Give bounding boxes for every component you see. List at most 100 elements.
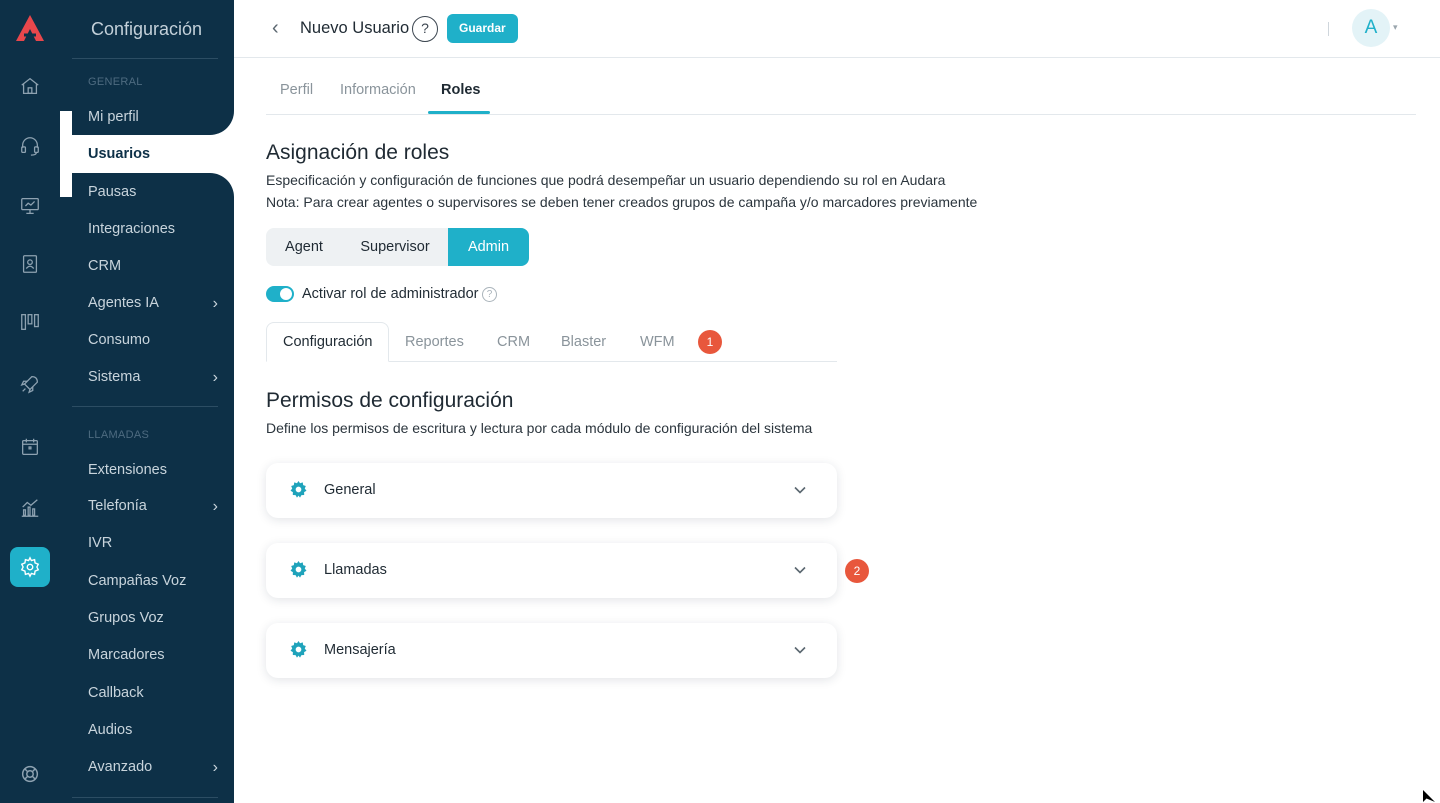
chevron-right-icon: › (212, 759, 218, 776)
help-button[interactable]: ? (412, 16, 438, 42)
menu-item-extensiones[interactable]: Extensiones (88, 462, 218, 478)
permission-tabs: Configuración Reportes CRM Blaster WFM (266, 322, 837, 362)
menu-item-usuarios[interactable]: Usuarios (88, 146, 218, 162)
subtab-reportes[interactable]: Reportes (405, 334, 464, 350)
menu-item-mi-perfil[interactable]: Mi perfil (88, 109, 218, 125)
save-button[interactable]: Guardar (447, 14, 518, 43)
gear-icon (290, 560, 307, 578)
menu-title: Configuración (91, 19, 203, 39)
settings-menu: Configuración GENERAL Mi perfil Usuarios… (60, 0, 234, 803)
avatar[interactable]: A (1352, 9, 1390, 47)
menu-item-integraciones[interactable]: Integraciones (88, 221, 218, 237)
settings-icon[interactable] (10, 547, 50, 587)
subtab-configuracion[interactable]: Configuración (283, 334, 372, 350)
chevron-down-icon[interactable] (792, 642, 808, 658)
subtab-wfm[interactable]: WFM (640, 334, 675, 350)
active-tab-indicator (428, 111, 490, 114)
accordion-mensajeria[interactable]: Mensajería (266, 623, 837, 678)
menu-item-label: Sistema (88, 369, 141, 385)
menu-item-audios[interactable]: Audios (88, 722, 218, 738)
menu-item-label: Grupos Voz (88, 610, 164, 626)
menu-item-label: Mi perfil (88, 109, 139, 125)
menu-section-general: GENERAL (88, 76, 143, 88)
headset-icon[interactable] (12, 128, 48, 164)
step-badge: 2 (845, 559, 869, 583)
menu-item-grupos-voz[interactable]: Grupos Voz (88, 610, 218, 626)
menu-item-label: Pausas (88, 184, 137, 200)
toggle-knob (280, 288, 292, 300)
admin-role-toggle-label: Activar rol de administrador (302, 286, 479, 302)
menu-item-ivr[interactable]: IVR (88, 535, 218, 551)
rocket-icon[interactable] (12, 366, 48, 402)
role-option-supervisor[interactable]: Supervisor (342, 228, 448, 266)
roles-description: Especificación y configuración de funcio… (266, 172, 946, 188)
calendar-icon[interactable] (12, 429, 48, 465)
menu-item-label: Audios (88, 722, 133, 738)
menu-item-marcadores[interactable]: Marcadores (88, 647, 218, 663)
accordion-label: Mensajería (324, 642, 396, 658)
menu-item-crm[interactable]: CRM (88, 258, 218, 274)
gear-icon (290, 640, 307, 658)
permissions-description: Define los permisos de escritura y lectu… (266, 420, 813, 436)
menu-item-label: Campañas Voz (88, 573, 187, 589)
monitor-icon[interactable] (12, 188, 48, 224)
chevron-right-icon: › (212, 498, 218, 515)
accordion-llamadas[interactable]: Llamadas (266, 543, 837, 598)
menu-item-pausas[interactable]: Pausas (88, 184, 218, 200)
menu-divider (72, 797, 218, 798)
chevron-down-icon[interactable] (792, 562, 808, 578)
header-divider (1328, 22, 1329, 36)
chevron-down-icon[interactable] (792, 482, 808, 498)
menu-item-label: CRM (88, 258, 122, 274)
menu-item-agentes-ia[interactable]: Agentes IA › (88, 295, 218, 312)
role-option-agent[interactable]: Agent (266, 228, 342, 266)
menu-item-label: Marcadores (88, 647, 165, 663)
tab-informacion[interactable]: Información (340, 82, 416, 98)
menu-item-sistema[interactable]: Sistema › (88, 369, 218, 386)
chevron-right-icon: › (212, 295, 218, 312)
menu-item-label: Integraciones (88, 221, 176, 237)
menu-section-llamadas: LLAMADAS (88, 429, 150, 441)
menu-item-label: Extensiones (88, 462, 167, 478)
gear-icon (290, 480, 307, 498)
menu-item-consumo[interactable]: Consumo (88, 332, 218, 348)
roles-title: Asignación de roles (266, 141, 450, 164)
menu-item-label: Consumo (88, 332, 151, 348)
permissions-title: Permisos de configuración (266, 389, 514, 412)
audara-logo[interactable] (14, 13, 46, 43)
menu-item-label: Avanzado (88, 759, 153, 775)
admin-role-toggle[interactable] (266, 286, 294, 302)
page-header: ‹ Nuevo Usuario ? Guardar A ▾ (234, 0, 1440, 58)
support-icon[interactable] (12, 756, 48, 792)
roles-note: Nota: Para crear agentes o supervisores … (266, 194, 978, 210)
subtab-blaster[interactable]: Blaster (561, 334, 606, 350)
user-tabs: Perfil Información Roles (266, 58, 1416, 115)
tab-perfil[interactable]: Perfil (280, 82, 313, 98)
menu-divider (72, 58, 218, 59)
mouse-cursor-icon (1423, 790, 1435, 802)
menu-item-callback[interactable]: Callback (88, 685, 218, 701)
menu-item-campanas-voz[interactable]: Campañas Voz (88, 573, 218, 589)
back-arrow-icon[interactable]: ‹ (272, 17, 292, 39)
menu-item-label: Callback (88, 685, 144, 701)
home-icon[interactable] (12, 68, 48, 104)
role-option-admin[interactable]: Admin (448, 228, 529, 266)
contact-book-icon[interactable] (12, 246, 48, 282)
role-selector: Agent Supervisor Admin (266, 228, 529, 266)
caret-down-icon[interactable]: ▾ (1393, 22, 1398, 33)
menu-divider (72, 406, 218, 407)
menu-item-label: Usuarios (88, 146, 151, 162)
tab-roles[interactable]: Roles (441, 82, 481, 98)
kanban-icon[interactable] (12, 304, 48, 340)
menu-item-telefonia[interactable]: Telefonía › (88, 498, 218, 515)
accordion-general[interactable]: General (266, 463, 837, 518)
subtab-crm[interactable]: CRM (497, 334, 530, 350)
chevron-right-icon: › (212, 369, 218, 386)
menu-item-label: Agentes IA (88, 295, 159, 311)
step-badge: 1 (698, 330, 722, 354)
menu-item-label: IVR (88, 535, 113, 551)
menu-item-avanzado[interactable]: Avanzado › (88, 759, 218, 776)
analytics-icon[interactable] (12, 490, 48, 526)
help-icon[interactable]: ? (482, 287, 497, 302)
accordion-label: General (324, 482, 376, 498)
